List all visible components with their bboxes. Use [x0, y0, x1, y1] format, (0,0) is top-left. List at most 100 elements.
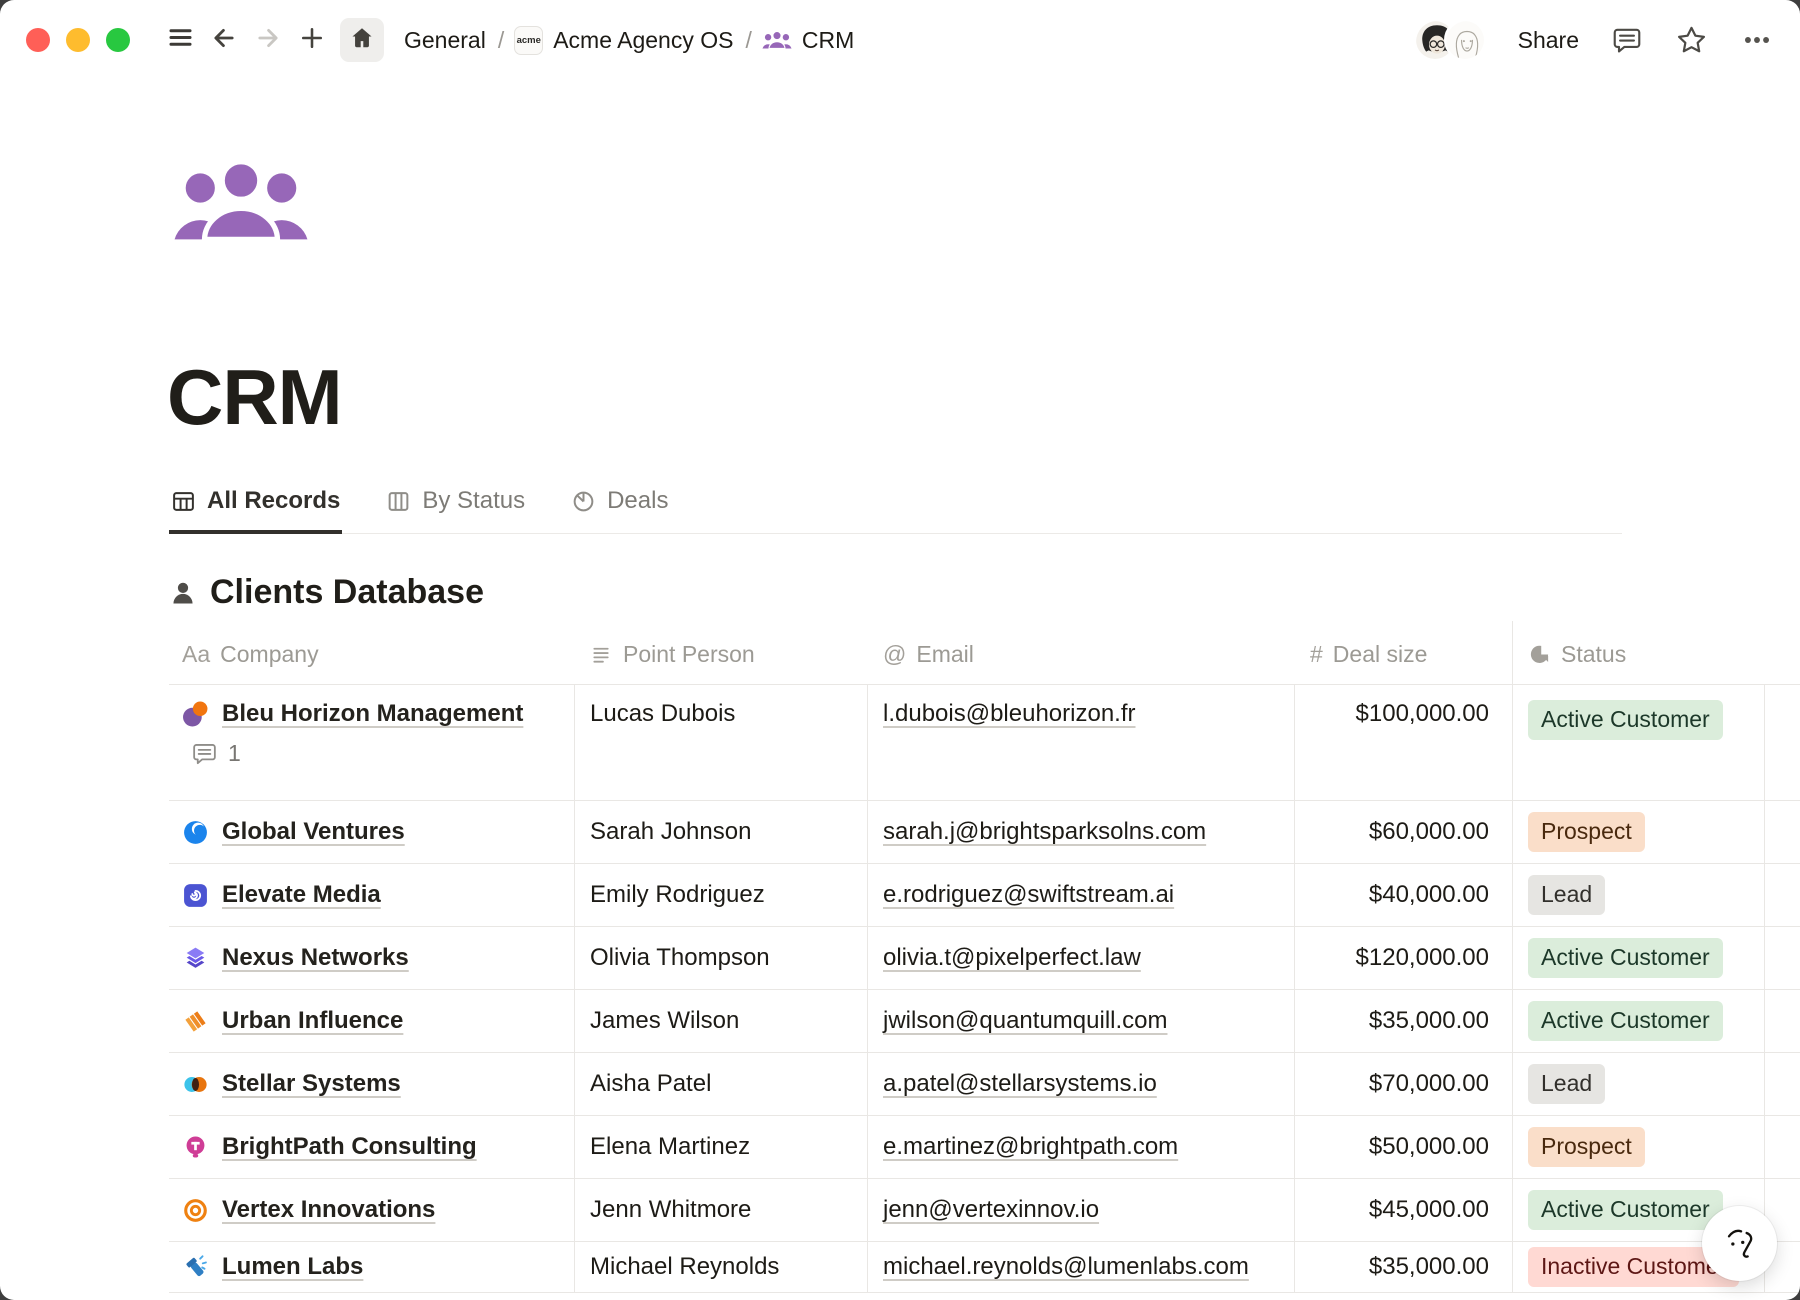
back-button[interactable] [202, 18, 246, 62]
email-cell[interactable]: a.patel@stellarsystems.io [867, 1053, 1294, 1115]
company-cell[interactable]: Lumen Labs [169, 1242, 574, 1292]
breadcrumb-separator: / [745, 27, 751, 54]
email-link[interactable]: jenn@vertexinnov.io [883, 1196, 1099, 1224]
company-name-link[interactable]: Nexus Networks [222, 944, 409, 972]
email-cell[interactable]: michael.reynolds@lumenlabs.com [867, 1242, 1294, 1292]
breadcrumb-item-crm[interactable]: CRM [802, 27, 854, 54]
point-person-cell[interactable]: Emily Rodriguez [574, 864, 867, 926]
close-window-button[interactable] [26, 28, 50, 52]
column-header-email[interactable]: @ Email [867, 641, 1294, 668]
company-cell[interactable]: Bleu Horizon Management 1 [169, 685, 574, 800]
email-cell[interactable]: e.rodriguez@swiftstream.ai [867, 864, 1294, 926]
minimize-window-button[interactable] [66, 28, 90, 52]
email-cell[interactable]: olivia.t@pixelperfect.law [867, 927, 1294, 989]
table-row[interactable]: Stellar Systems Aisha Patel a.patel@stel… [169, 1052, 1800, 1115]
company-name-link[interactable]: BrightPath Consulting [222, 1133, 477, 1161]
home-button[interactable] [340, 18, 384, 62]
email-link[interactable]: sarah.j@brightsparksolns.com [883, 818, 1206, 846]
status-cell[interactable]: Active Customer [1512, 927, 1764, 989]
zoom-window-button[interactable] [106, 28, 130, 52]
point-person-cell[interactable]: James Wilson [574, 990, 867, 1052]
email-link[interactable]: a.patel@stellarsystems.io [883, 1070, 1157, 1098]
page-icon-group[interactable] [172, 158, 310, 253]
column-header-status[interactable]: Status [1512, 641, 1764, 668]
email-cell[interactable]: jenn@vertexinnov.io [867, 1179, 1294, 1241]
point-person-cell[interactable]: Jenn Whitmore [574, 1179, 867, 1241]
email-link[interactable]: olivia.t@pixelperfect.law [883, 944, 1141, 972]
breadcrumb-item-general[interactable]: General [404, 27, 486, 54]
point-person-cell[interactable]: Elena Martinez [574, 1116, 867, 1178]
point-person-cell[interactable]: Aisha Patel [574, 1053, 867, 1115]
company-cell[interactable]: BrightPath Consulting [169, 1116, 574, 1178]
company-name-link[interactable]: Stellar Systems [222, 1070, 401, 1098]
email-link[interactable]: jwilson@quantumquill.com [883, 1007, 1167, 1035]
email-cell[interactable]: l.dubois@bleuhorizon.fr [867, 685, 1294, 800]
company-cell[interactable]: Elevate Media [169, 864, 574, 926]
status-cell[interactable]: Active Customer [1512, 685, 1764, 800]
company-cell[interactable]: Nexus Networks [169, 927, 574, 989]
email-link[interactable]: michael.reynolds@lumenlabs.com [883, 1253, 1249, 1281]
tab-by-status[interactable]: By Status [384, 487, 527, 534]
status-cell[interactable]: Active Customer [1512, 990, 1764, 1052]
notion-ai-button[interactable] [1702, 1206, 1777, 1281]
point-person-cell[interactable]: Lucas Dubois [574, 685, 867, 800]
company-cell[interactable]: Vertex Innovations [169, 1179, 574, 1241]
breadcrumb-item-workspace[interactable]: Acme Agency OS [553, 27, 733, 54]
deal-size-cell[interactable]: $70,000.00 [1294, 1053, 1512, 1115]
deal-size-cell[interactable]: $35,000.00 [1294, 1242, 1512, 1292]
table-row[interactable]: Global Ventures Sarah Johnson sarah.j@br… [169, 800, 1800, 863]
email-link[interactable]: l.dubois@bleuhorizon.fr [883, 700, 1136, 728]
more-options-button[interactable] [1740, 23, 1774, 57]
deal-size-cell[interactable]: $60,000.00 [1294, 801, 1512, 863]
table-row[interactable]: Bleu Horizon Management 1 Lucas Dubois l… [169, 684, 1800, 800]
company-name-link[interactable]: Bleu Horizon Management [222, 700, 523, 728]
status-badge: Active Customer [1528, 1001, 1723, 1041]
column-header-company[interactable]: Aa Company [169, 641, 574, 668]
deal-size-cell[interactable]: $100,000.00 [1294, 685, 1512, 800]
company-cell[interactable]: Stellar Systems [169, 1053, 574, 1115]
table-row[interactable]: Elevate Media Emily Rodriguez e.rodrigue… [169, 863, 1800, 926]
email-cell[interactable]: e.martinez@brightpath.com [867, 1116, 1294, 1178]
table-row[interactable]: Nexus Networks Olivia Thompson olivia.t@… [169, 926, 1800, 989]
point-person-cell[interactable]: Olivia Thompson [574, 927, 867, 989]
deal-size-cell[interactable]: $120,000.00 [1294, 927, 1512, 989]
email-link[interactable]: e.martinez@brightpath.com [883, 1133, 1178, 1161]
comments-button[interactable] [1611, 24, 1643, 56]
status-cell[interactable]: Prospect [1512, 801, 1764, 863]
share-button[interactable]: Share [1518, 27, 1579, 54]
company-name-link[interactable]: Vertex Innovations [222, 1196, 435, 1224]
status-cell[interactable]: Lead [1512, 1053, 1764, 1115]
deal-size-cell[interactable]: $45,000.00 [1294, 1179, 1512, 1241]
company-name-link[interactable]: Elevate Media [222, 881, 381, 909]
table-row[interactable]: BrightPath Consulting Elena Martinez e.m… [169, 1115, 1800, 1178]
company-cell[interactable]: Urban Influence [169, 990, 574, 1052]
email-cell[interactable]: jwilson@quantumquill.com [867, 990, 1294, 1052]
status-cell[interactable]: Prospect [1512, 1116, 1764, 1178]
point-person-cell[interactable]: Michael Reynolds [574, 1242, 867, 1292]
sidebar-menu-button[interactable] [158, 18, 202, 62]
new-page-button[interactable] [290, 18, 334, 62]
table-row[interactable]: Lumen Labs Michael Reynolds michael.reyn… [169, 1241, 1800, 1292]
deal-size-cell[interactable]: $40,000.00 [1294, 864, 1512, 926]
column-header-deal-size[interactable]: # Deal size [1294, 641, 1512, 668]
table-row[interactable]: Urban Influence James Wilson jwilson@qua… [169, 989, 1800, 1052]
deal-size-cell[interactable]: $50,000.00 [1294, 1116, 1512, 1178]
avatar[interactable] [1444, 19, 1486, 61]
company-name-link[interactable]: Urban Influence [222, 1007, 403, 1035]
tab-all-records[interactable]: All Records [169, 487, 342, 534]
email-cell[interactable]: sarah.j@brightsparksolns.com [867, 801, 1294, 863]
comment-indicator[interactable]: 1 [182, 740, 523, 767]
favorite-button[interactable] [1675, 24, 1708, 57]
company-name-link[interactable]: Global Ventures [222, 818, 405, 846]
tab-deals[interactable]: Deals [569, 487, 670, 534]
point-person-cell[interactable]: Sarah Johnson [574, 801, 867, 863]
column-header-point-person[interactable]: Point Person [574, 641, 867, 668]
company-cell[interactable]: Global Ventures [169, 801, 574, 863]
company-name-link[interactable]: Lumen Labs [222, 1253, 363, 1281]
forward-button[interactable] [246, 18, 290, 62]
table-row[interactable]: Vertex Innovations Jenn Whitmore jenn@ve… [169, 1178, 1800, 1241]
table-view-icon [171, 489, 196, 514]
deal-size-cell[interactable]: $35,000.00 [1294, 990, 1512, 1052]
status-cell[interactable]: Lead [1512, 864, 1764, 926]
email-link[interactable]: e.rodriguez@swiftstream.ai [883, 881, 1174, 909]
